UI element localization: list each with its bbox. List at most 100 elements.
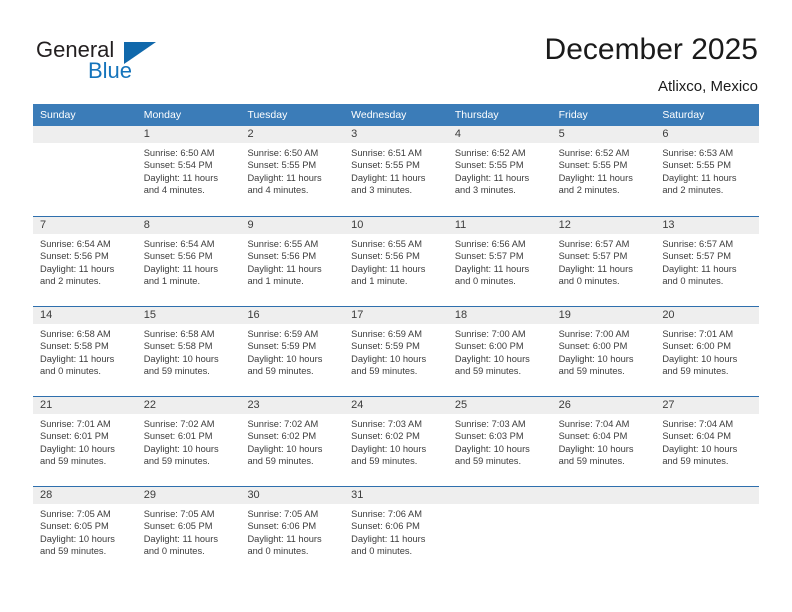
day-sun-info: Sunrise: 6:50 AM Sunset: 5:54 PM Daylight:… bbox=[137, 143, 241, 197]
daylight-text: Daylight: 10 hours and 59 minutes. bbox=[559, 443, 650, 468]
day-number: 14 bbox=[33, 307, 137, 324]
sunset-text: Sunset: 6:05 PM bbox=[143, 521, 213, 532]
day-sun-info: Sunrise: 6:56 AM Sunset: 5:57 PM Daylight:… bbox=[448, 234, 552, 288]
calendar-day-cell[interactable]: 10 Sunrise: 6:55 AM Sunset: 5:56 PM Dayligh… bbox=[344, 217, 448, 306]
calendar-day-cell[interactable]: 29 Sunrise: 7:05 AM Sunset: 6:05 PM Dayligh… bbox=[136, 487, 241, 576]
daylight-line-2: and 59 minutes. bbox=[558, 366, 625, 377]
day-number: 2 bbox=[240, 126, 345, 143]
sunrise-text: Sunrise: 7:06 AM bbox=[351, 509, 422, 519]
day-sun-info: Sunrise: 6:55 AM Sunset: 5:56 PM Daylight:… bbox=[240, 234, 344, 288]
day-number: 5 bbox=[551, 126, 656, 143]
calendar-day-cell[interactable]: 24 Sunrise: 7:03 AM Sunset: 6:02 PM Dayligh… bbox=[344, 397, 448, 486]
day-sun-info: Sunrise: 6:57 AM Sunset: 5:57 PM Daylight:… bbox=[655, 234, 759, 288]
day-number: 10 bbox=[344, 217, 448, 234]
day-number: 17 bbox=[344, 307, 448, 324]
daylight-line-1: Daylight: 11 hours bbox=[558, 172, 633, 183]
calendar-day-cell[interactable]: 8 Sunrise: 6:54 AM Sunset: 5:56 PM Daylight… bbox=[136, 217, 241, 306]
calendar-day-cell[interactable]: 26 Sunrise: 7:04 AM Sunset: 6:04 PM Dayligh… bbox=[551, 397, 656, 486]
calendar-day-cell[interactable]: 9 Sunrise: 6:55 AM Sunset: 5:56 PM Daylight… bbox=[240, 217, 345, 306]
calendar-day-cell[interactable]: 4 Sunrise: 6:52 AM Sunset: 5:55 PM Daylight… bbox=[447, 126, 552, 216]
day-number: 13 bbox=[655, 217, 760, 234]
day-number: 29 bbox=[136, 487, 241, 504]
calendar-day-cell[interactable]: 31 Sunrise: 7:06 AM Sunset: 6:06 PM Dayligh… bbox=[344, 487, 448, 576]
sunset-text: Sunset: 5:56 PM bbox=[143, 251, 213, 262]
sunrise-text: Sunrise: 7:00 AM bbox=[558, 329, 630, 339]
calendar-day-cell[interactable]: 2 Sunrise: 6:50 AM Sunset: 5:55 PM Daylight… bbox=[240, 126, 345, 216]
calendar-day-cell[interactable]: 3 Sunrise: 6:51 AM Sunset: 5:55 PM Daylight… bbox=[344, 126, 448, 216]
day-number bbox=[33, 126, 137, 143]
calendar-day-cell[interactable]: 19 Sunrise: 7:00 AM Sunset: 6:00 PM Dayligh… bbox=[551, 307, 656, 396]
daylight-text: Daylight: 10 hours and 59 minutes. bbox=[247, 443, 338, 468]
calendar-day-cell-empty bbox=[447, 487, 552, 576]
day-sun-info: Sunrise: 7:04 AM Sunset: 6:04 PM Daylight:… bbox=[655, 414, 759, 468]
sunrise-text: Sunrise: 6:54 AM bbox=[143, 239, 215, 249]
calendar-day-cell[interactable]: 15 Sunrise: 6:58 AM Sunset: 5:58 PM Dayligh… bbox=[136, 307, 241, 396]
calendar-day-cell[interactable]: 11 Sunrise: 6:56 AM Sunset: 5:57 PM Dayligh… bbox=[447, 217, 552, 306]
daylight-text: Daylight: 11 hours and 0 minutes. bbox=[662, 263, 753, 288]
calendar-day-cell[interactable]: 30 Sunrise: 7:05 AM Sunset: 6:06 PM Dayligh… bbox=[240, 487, 345, 576]
daylight-line-2: and 0 minutes. bbox=[351, 546, 413, 557]
daylight-text: Daylight: 10 hours and 59 minutes. bbox=[455, 353, 546, 378]
daylight-line-1: Daylight: 10 hours bbox=[662, 353, 738, 364]
calendar-day-cell[interactable]: 16 Sunrise: 6:59 AM Sunset: 5:59 PM Dayligh… bbox=[240, 307, 345, 396]
sunset-text: Sunset: 6:00 PM bbox=[558, 341, 628, 352]
calendar-day-cell[interactable]: 1 Sunrise: 6:50 AM Sunset: 5:54 PM Daylight… bbox=[136, 126, 241, 216]
daylight-text: Daylight: 11 hours and 4 minutes. bbox=[144, 172, 235, 197]
daylight-line-1: Daylight: 11 hours bbox=[247, 263, 322, 274]
daylight-text: Daylight: 11 hours and 0 minutes. bbox=[40, 353, 131, 378]
sunrise-text: Sunrise: 7:04 AM bbox=[662, 419, 734, 429]
calendar-day-cell[interactable]: 20 Sunrise: 7:01 AM Sunset: 6:00 PM Dayligh… bbox=[655, 307, 760, 396]
day-number: 20 bbox=[655, 307, 760, 324]
day-number: 23 bbox=[240, 397, 345, 414]
daylight-line-2: and 0 minutes. bbox=[143, 546, 205, 557]
calendar-day-cell[interactable]: 23 Sunrise: 7:02 AM Sunset: 6:02 PM Dayligh… bbox=[240, 397, 345, 486]
sunrise-text: Sunrise: 6:51 AM bbox=[351, 148, 422, 158]
daylight-line-1: Daylight: 11 hours bbox=[247, 172, 322, 183]
daylight-line-1: Daylight: 11 hours bbox=[351, 533, 426, 544]
weekday-header-monday: Monday bbox=[143, 109, 182, 121]
daylight-line-1: Daylight: 10 hours bbox=[558, 443, 634, 454]
sunset-text: Sunset: 5:55 PM bbox=[351, 160, 420, 171]
calendar-day-cell[interactable]: 13 Sunrise: 6:57 AM Sunset: 5:57 PM Dayligh… bbox=[655, 217, 760, 306]
sunset-text: Sunset: 5:56 PM bbox=[40, 251, 109, 262]
calendar-day-cell[interactable]: 12 Sunrise: 6:57 AM Sunset: 5:57 PM Dayligh… bbox=[551, 217, 656, 306]
daylight-line-1: Daylight: 11 hours bbox=[454, 263, 530, 274]
sunrise-text: Sunrise: 6:55 AM bbox=[247, 239, 319, 249]
sunset-text: Sunset: 6:06 PM bbox=[247, 521, 317, 532]
calendar-day-cell[interactable]: 28 Sunrise: 7:05 AM Sunset: 6:05 PM Dayligh… bbox=[33, 487, 137, 576]
sunrise-text: Sunrise: 6:57 AM bbox=[558, 239, 630, 249]
day-sun-info: Sunrise: 6:52 AM Sunset: 5:55 PM Daylight:… bbox=[448, 143, 552, 197]
day-sun-info: Sunrise: 7:05 AM Sunset: 6:05 PM Daylight:… bbox=[33, 504, 137, 558]
daylight-line-1: Daylight: 11 hours bbox=[558, 263, 633, 274]
day-sun-info: Sunrise: 7:00 AM Sunset: 6:00 PM Daylight:… bbox=[448, 324, 552, 378]
day-sun-info: Sunrise: 6:59 AM Sunset: 5:59 PM Daylight:… bbox=[240, 324, 344, 378]
calendar-page: General Blue December 2025 Atlixco, Mexi… bbox=[0, 0, 792, 612]
calendar-day-cell[interactable]: 17 Sunrise: 6:59 AM Sunset: 5:59 PM Dayligh… bbox=[344, 307, 448, 396]
page-title: December 2025 bbox=[544, 33, 758, 66]
daylight-line-2: and 59 minutes. bbox=[351, 456, 418, 467]
day-sun-info: Sunrise: 6:58 AM Sunset: 5:58 PM Daylight:… bbox=[137, 324, 241, 378]
day-number: 16 bbox=[240, 307, 345, 324]
daylight-line-1: Daylight: 10 hours bbox=[143, 443, 219, 454]
sunrise-text: Sunrise: 7:02 AM bbox=[143, 419, 215, 429]
calendar-day-cell[interactable]: 25 Sunrise: 7:03 AM Sunset: 6:03 PM Dayligh… bbox=[447, 397, 552, 486]
calendar-day-cell[interactable]: 27 Sunrise: 7:04 AM Sunset: 6:04 PM Dayligh… bbox=[655, 397, 760, 486]
sunrise-text: Sunrise: 6:58 AM bbox=[40, 329, 111, 339]
sunrise-text: Sunrise: 7:04 AM bbox=[558, 419, 630, 429]
calendar-day-cell[interactable]: 18 Sunrise: 7:00 AM Sunset: 6:00 PM Dayligh… bbox=[447, 307, 552, 396]
day-number: 8 bbox=[136, 217, 241, 234]
calendar-day-cell[interactable]: 5 Sunrise: 6:52 AM Sunset: 5:55 PM Daylight… bbox=[551, 126, 656, 216]
calendar-day-cell[interactable]: 7 Sunrise: 6:54 AM Sunset: 5:56 PM Daylight… bbox=[33, 217, 137, 306]
general-blue-logo[interactable]: General Blue bbox=[36, 38, 166, 88]
daylight-text: Daylight: 11 hours and 0 minutes. bbox=[351, 533, 442, 558]
calendar-day-cell[interactable]: 21 Sunrise: 7:01 AM Sunset: 6:01 PM Dayligh… bbox=[33, 397, 137, 486]
daylight-line-1: Daylight: 10 hours bbox=[351, 443, 427, 454]
calendar-week-row: 7 Sunrise: 6:54 AM Sunset: 5:56 PM Daylight… bbox=[33, 216, 760, 306]
sunset-text: Sunset: 5:55 PM bbox=[454, 160, 524, 171]
daylight-line-2: and 0 minutes. bbox=[558, 276, 620, 287]
calendar-day-cell[interactable]: 22 Sunrise: 7:02 AM Sunset: 6:01 PM Dayligh… bbox=[136, 397, 241, 486]
daylight-line-1: Daylight: 10 hours bbox=[40, 443, 115, 454]
daylight-line-2: and 2 minutes. bbox=[558, 185, 620, 196]
calendar-day-cell[interactable]: 14 Sunrise: 6:58 AM Sunset: 5:58 PM Dayligh… bbox=[33, 307, 137, 396]
calendar-day-cell[interactable]: 6 Sunrise: 6:53 AM Sunset: 5:55 PM Daylight… bbox=[655, 126, 760, 216]
